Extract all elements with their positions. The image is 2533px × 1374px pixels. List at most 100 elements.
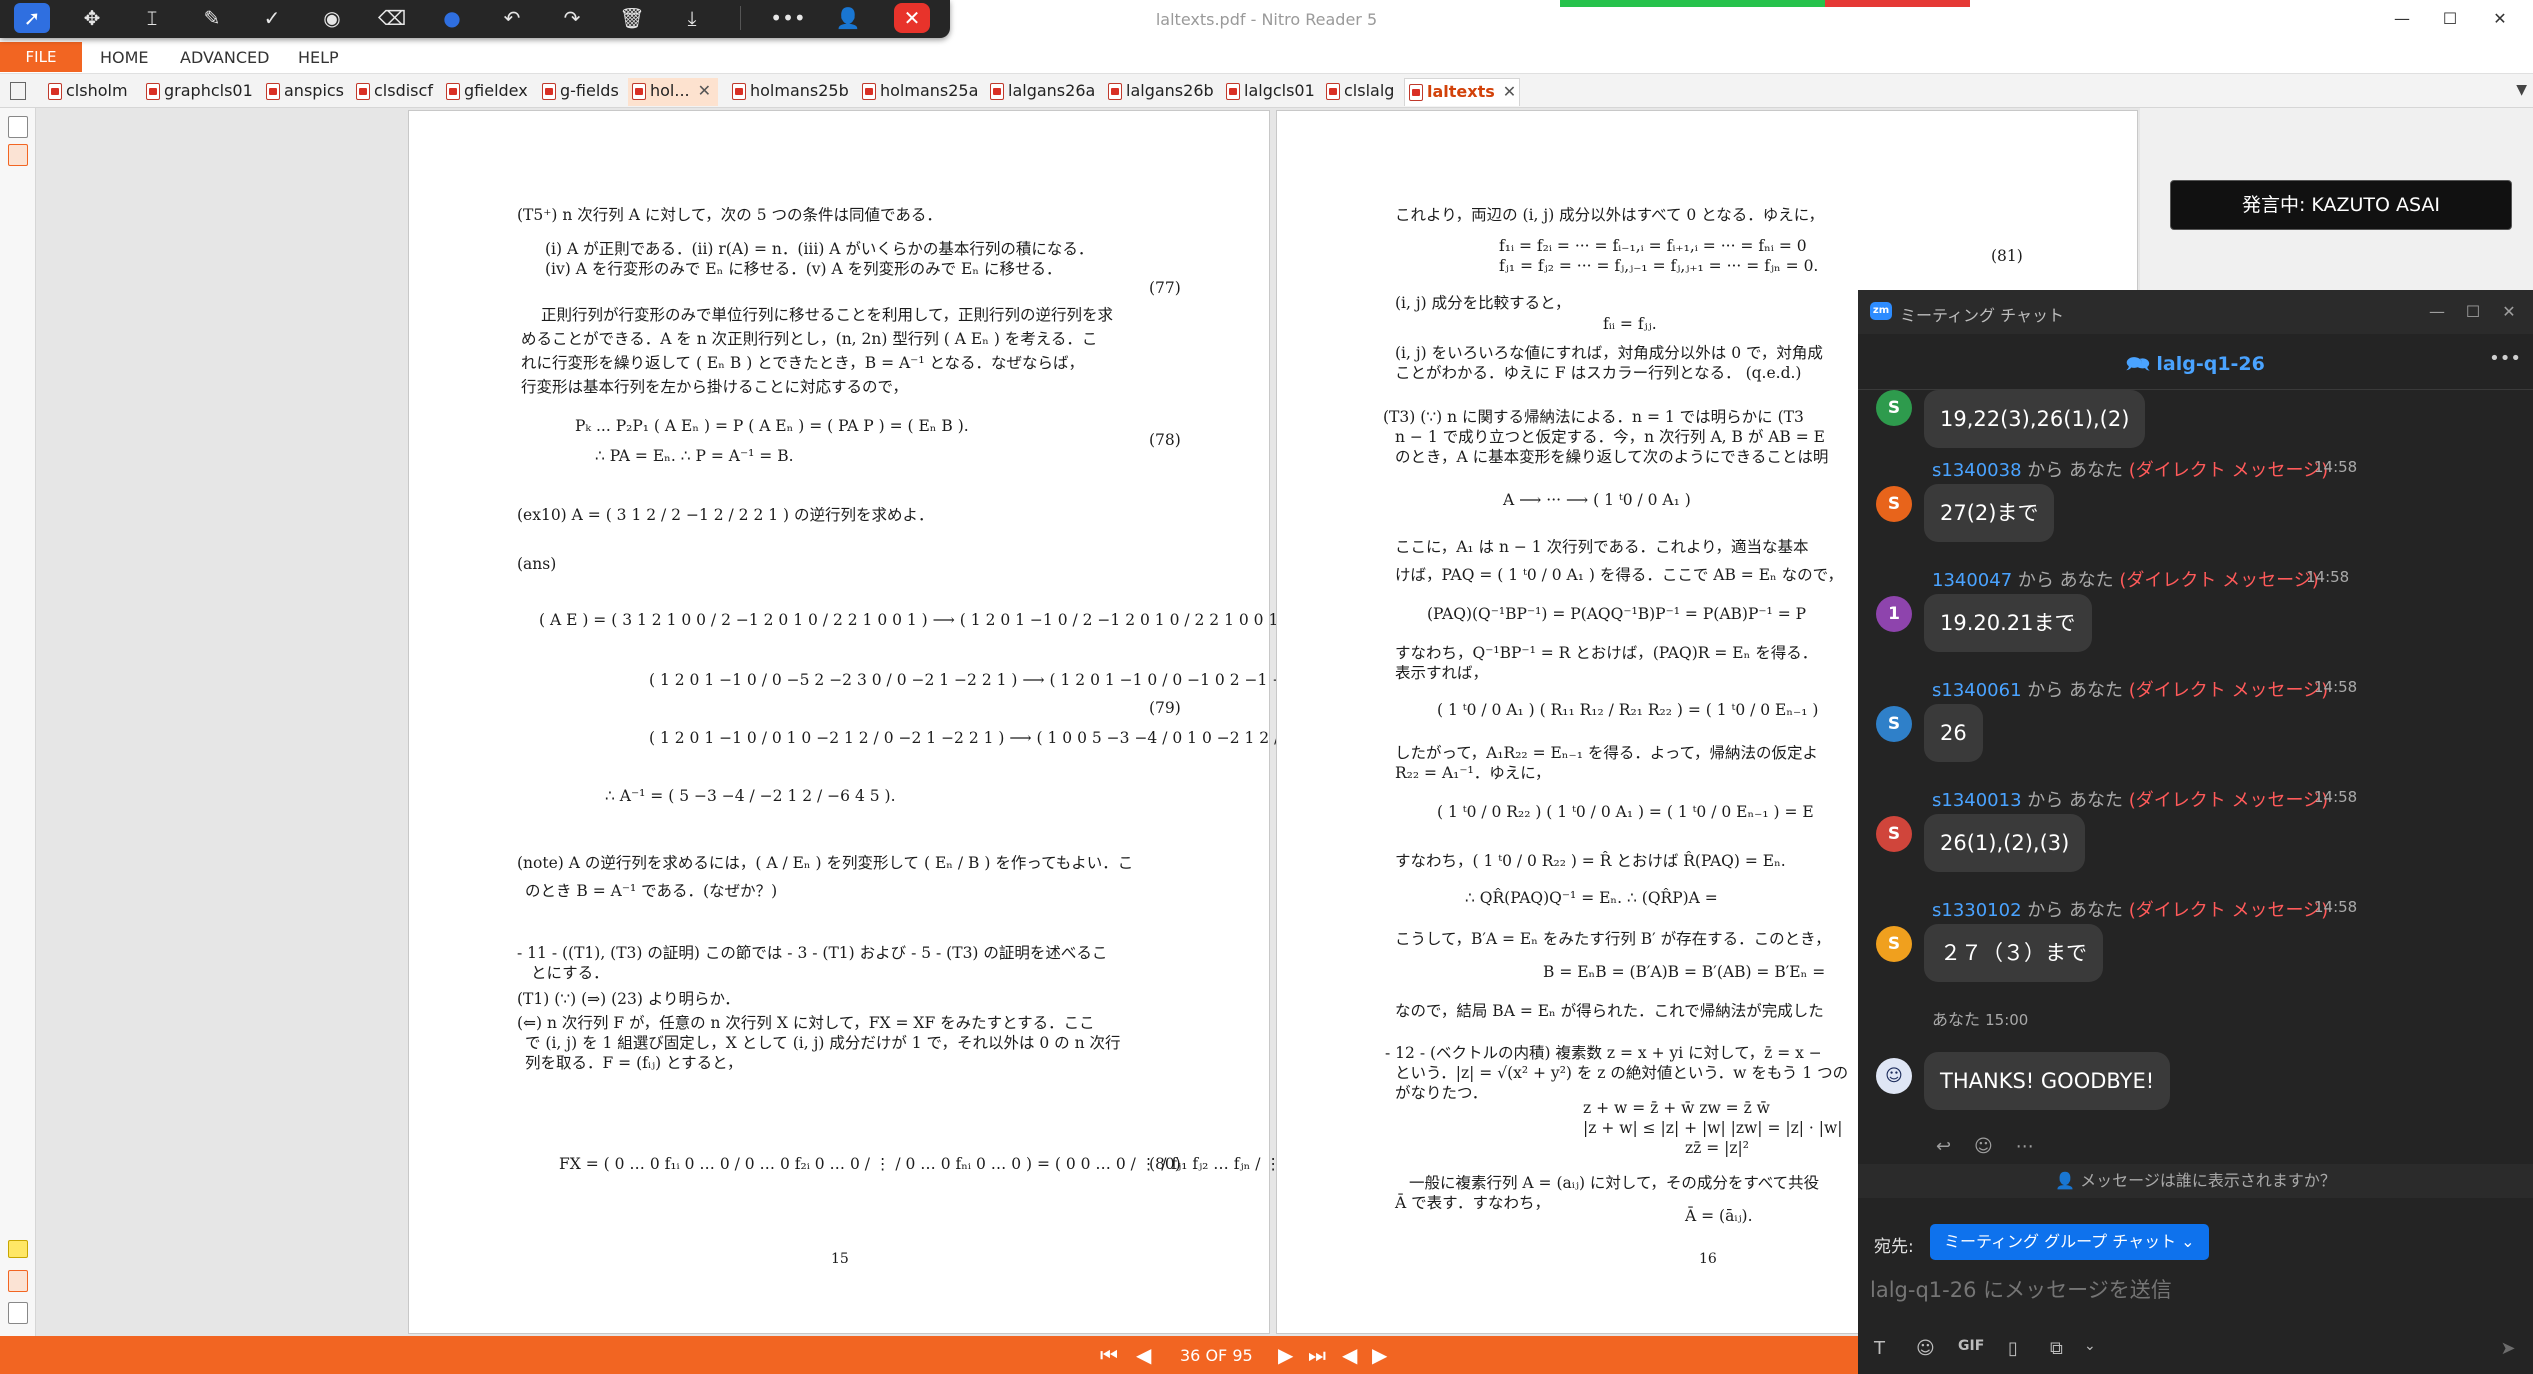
doc-tab[interactable]: holmans25a [858,78,978,106]
document-viewport[interactable]: (T5⁺) n 次行列 A に対して，次の 5 つの条件は同値である． (i) … [36,108,2140,1336]
emoji-reaction-icon[interactable]: ☺ [1974,1136,1993,1157]
text-cursor-icon[interactable]: 𝙸 [134,3,170,33]
chat-message-input[interactable] [1870,1270,2510,1310]
chevron-down-icon[interactable]: ⌄ [2084,1338,2096,1354]
page-text-line: (T3) (∵) n に関する帰納法による．n = 1 では明らかに (T3 [1383,408,1804,426]
page-text-line: とにする． [531,964,609,982]
doc-tab[interactable]: clslalg [1322,78,1394,106]
eraser-icon[interactable]: ⌫ [374,3,410,33]
help-menu-item[interactable]: HELP [298,48,339,67]
doc-tab[interactable]: g-fields [538,78,619,106]
page-text-line: これより，両辺の (i, j) 成分以外はすべて 0 となる．ゆえに， [1395,206,1824,224]
advanced-menu-item[interactable]: ADVANCED [180,48,269,67]
tab-close-icon[interactable]: ✕ [698,81,711,100]
doc-tab[interactable]: gfieldex [442,78,528,106]
output-panel-icon[interactable] [8,1302,28,1324]
reply-icon[interactable]: ↩ [1936,1136,1951,1157]
recipient-dropdown[interactable]: ミーティング グループ チャット ⌄ [1930,1224,2209,1260]
home-menu-item[interactable]: HOME [100,48,149,67]
page-text-line: 正則行列が行変形のみで単位行列に移せることを利用して，正則行列の逆行列を求 [541,306,1113,324]
doc-tab[interactable]: holmans25b [728,78,849,106]
message-sender[interactable]: s1330102 [1932,900,2022,921]
send-icon[interactable]: ➤ [2493,1334,2523,1364]
doc-tab[interactable]: clsdiscf [352,78,433,106]
minimize-chat-icon[interactable]: — [2422,298,2452,326]
pen-icon[interactable]: ✎ [194,3,230,33]
gif-icon[interactable]: GIF [1958,1338,1984,1354]
close-window-button[interactable]: ✕ [2478,4,2522,34]
next-page-icon[interactable]: ▶ [1278,1343,1293,1367]
message-recipient: から あなた [2027,680,2124,701]
tab-close-icon[interactable]: ✕ [1503,82,1516,101]
emoji-icon[interactable]: ☺ [1916,1338,1935,1359]
doc-tab[interactable]: lalgans26b [1104,78,1214,106]
more-options-icon[interactable]: ••• [2489,348,2521,369]
people-icon: 👤 [2055,1171,2081,1190]
page-indicator[interactable]: 36 OF 95 [1180,1346,1253,1365]
doc-tab[interactable]: hol... ✕ [628,78,718,106]
doc-tab-active[interactable]: laltexts ✕ [1404,78,1520,106]
message-bubble[interactable]: ２７（３）まで [1924,924,2103,982]
more-options-icon[interactable]: ⋯ [2016,1136,2034,1157]
comments-panel-icon[interactable] [8,1240,28,1258]
page-text-line: (i, j) をいろいろな値にすれば，対角成分以外は 0 で，対角成 [1395,344,1823,362]
doc-tab[interactable]: lalgans26a [986,78,1095,106]
close-chat-icon[interactable]: ✕ [2494,298,2524,326]
first-page-icon[interactable]: ⏮ [1100,1343,1118,1367]
pdf-icon [1226,83,1240,100]
message-bubble[interactable]: 19,22(3),26(1),(2) [1924,390,2146,448]
message-bubble[interactable]: 26 [1924,704,1983,762]
close-annotation-icon[interactable]: ✕ [894,3,930,33]
attachments-panel-icon[interactable] [8,1270,28,1292]
spotlight-icon[interactable]: ◉ [314,3,350,33]
tab-overflow-chevron-icon[interactable]: ▼ [2516,82,2527,98]
page-icon[interactable] [10,82,26,100]
bookmarks-panel-icon[interactable] [8,144,28,166]
screenshot-icon[interactable]: ⧉ [2050,1338,2063,1359]
select-pointer-icon[interactable]: ➚ [14,3,50,33]
share-user-icon[interactable]: 👤 [830,3,866,33]
message-bubble[interactable]: 19.20.21まで [1924,594,2092,652]
undo-icon[interactable]: ↶ [494,3,530,33]
color-picker-icon[interactable]: ● [434,3,470,33]
page-text-line: (T1) (∵) (⇒) (23) より明らか． [517,990,740,1008]
redo-icon[interactable]: ↷ [554,3,590,33]
maximize-button[interactable]: ☐ [2428,4,2472,34]
message-sender[interactable]: s1340061 [1932,680,2022,701]
last-page-icon[interactable]: ⏭ [1308,1343,1326,1367]
download-icon[interactable]: ⤓ [674,3,710,33]
doc-tab[interactable]: clsholm [44,78,128,106]
chat-channel-name[interactable]: 🗪 lalg-q1-26 [1858,350,2533,382]
file-menu-button[interactable]: FILE [0,42,82,72]
check-icon[interactable]: ✓ [254,3,290,33]
file-icon[interactable]: ▯ [2008,1338,2018,1359]
doc-tab[interactable]: lalgcls01 [1222,78,1315,106]
chat-message-list[interactable]: S 19,22(3),26(1),(2) s1340038 から あなた (ダイ… [1858,390,2533,1026]
move-icon[interactable]: ✥ [74,3,110,33]
pages-panel-icon[interactable] [8,116,28,138]
message-bubble[interactable]: 26(1),(2),(3) [1924,814,2086,872]
trash-icon[interactable]: 🗑 [614,3,650,33]
previous-page-icon[interactable]: ◀ [1136,1343,1151,1367]
text-format-icon[interactable]: T [1874,1338,1885,1359]
message-sender[interactable]: 1340047 [1932,570,2012,591]
message-bubble[interactable]: THANKS! GOODBYE! [1924,1052,2171,1110]
message-sender[interactable]: s1340013 [1932,790,2022,811]
pdf-icon [266,83,280,100]
minimize-button[interactable]: — [2380,4,2424,34]
maximize-chat-icon[interactable]: ☐ [2458,298,2488,326]
message-bubble[interactable]: 27(2)まで [1924,484,2055,542]
message-recipient: から あなた [2027,900,2124,921]
back-view-icon[interactable]: ◀ [1342,1343,1357,1367]
message-time: 14:58 [2314,898,2358,916]
message-sender[interactable]: s1340038 [1932,460,2022,481]
more-options-icon[interactable]: ••• [770,3,806,33]
chat-subheader: 🗪 lalg-q1-26 ••• [1858,334,2533,390]
doc-tab-label: gfieldex [464,81,528,100]
doc-tab[interactable]: anspics [262,78,344,106]
avatar: S [1876,706,1912,742]
chat-window-title: ミーティング チャット [1900,306,2064,325]
message-visibility-notice[interactable]: 👤 メッセージは誰に表示されますか？ [1858,1164,2533,1198]
forward-view-icon[interactable]: ▶ [1372,1343,1387,1367]
doc-tab[interactable]: graphcls01 [142,78,253,106]
